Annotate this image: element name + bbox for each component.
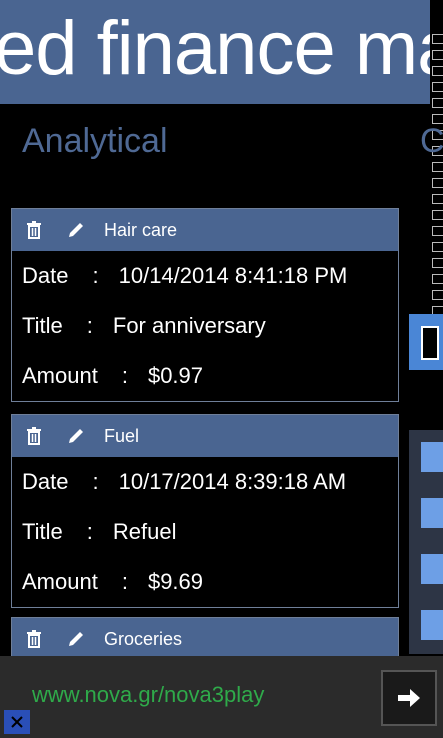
card-header: Fuel bbox=[12, 415, 398, 457]
amount-row: Amount: $0.97 bbox=[22, 363, 204, 388]
trash-icon[interactable] bbox=[24, 629, 44, 649]
peek-button[interactable] bbox=[409, 314, 443, 370]
title-row: Title: For anniversary bbox=[22, 313, 266, 338]
ad-url-link[interactable]: www.nova.gr/nova3play bbox=[32, 682, 264, 708]
title-row: Title: Refuel bbox=[22, 519, 177, 544]
close-icon[interactable] bbox=[4, 710, 30, 734]
date-row: Date:10/17/2014 8:39:18 AM bbox=[22, 469, 347, 494]
trash-icon[interactable] bbox=[24, 220, 44, 240]
app-title: ed finance ma bbox=[0, 6, 430, 91]
category-label: Hair care bbox=[104, 219, 178, 240]
date-row: Date:10/14/2014 8:41:18 PM bbox=[22, 263, 348, 288]
date-value: 10/14/2014 8:41:18 PM bbox=[118, 263, 348, 288]
arrow-right-icon[interactable] bbox=[381, 670, 437, 726]
ad-banner[interactable]: www.nova.gr/nova3play bbox=[0, 656, 443, 738]
expense-card: Groceries bbox=[11, 617, 399, 659]
card-header: Groceries bbox=[12, 618, 398, 658]
amount-row: Amount: $9.69 bbox=[22, 569, 204, 594]
next-section-title[interactable]: C bbox=[420, 122, 443, 161]
category-label: Groceries bbox=[104, 628, 183, 649]
title-value: For anniversary bbox=[112, 313, 266, 338]
amount-value: $0.97 bbox=[147, 363, 204, 388]
category-label: Fuel bbox=[104, 425, 140, 446]
edit-pencil-icon[interactable] bbox=[66, 426, 86, 446]
section-title[interactable]: Analytical bbox=[22, 122, 168, 161]
trash-icon[interactable] bbox=[24, 426, 44, 446]
amount-value: $9.69 bbox=[147, 569, 204, 594]
card-header: Hair care bbox=[12, 209, 398, 251]
peek-list bbox=[409, 430, 443, 654]
edit-pencil-icon[interactable] bbox=[66, 220, 86, 240]
date-value: 10/17/2014 8:39:18 AM bbox=[118, 469, 347, 494]
expense-card: Fuel Date:10/17/2014 8:39:18 AM Title: Re… bbox=[11, 414, 399, 608]
expense-card: Hair care Date:10/14/2014 8:41:18 PM Tit… bbox=[11, 208, 399, 402]
app-title-bar: ed finance ma bbox=[0, 0, 430, 104]
title-value: Refuel bbox=[112, 519, 177, 544]
edit-pencil-icon[interactable] bbox=[66, 629, 86, 649]
